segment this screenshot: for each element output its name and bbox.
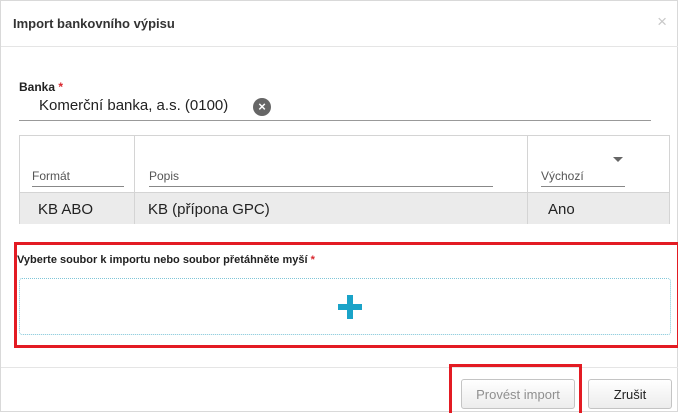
table-cell-description: KB (přípona GPC)	[148, 201, 270, 218]
column-filter-underline	[541, 186, 625, 187]
cancel-button[interactable]: Zrušit	[588, 379, 672, 409]
table-cell-format: KB ABO	[38, 201, 94, 218]
format-table: Formát Popis Výchozí KB ABO KB (přípona …	[19, 135, 670, 224]
close-icon[interactable]: ×	[657, 12, 667, 32]
column-filter-underline	[32, 186, 124, 187]
table-cell-default: Ano	[548, 201, 575, 218]
table-row[interactable]: KB ABO KB (přípona GPC) Ano	[20, 192, 669, 224]
bank-field-underline	[19, 120, 651, 121]
required-asterisk: *	[58, 80, 64, 94]
column-header-format[interactable]: Formát	[32, 169, 70, 183]
caret-down-icon[interactable]	[613, 157, 623, 162]
dialog-title: Import bankovního výpisu	[13, 16, 175, 31]
clear-selection-icon[interactable]: ×	[253, 98, 271, 116]
bank-label-text: Banka	[19, 80, 56, 94]
bank-field-label: Banka *	[19, 80, 63, 94]
highlight-box-import	[449, 364, 582, 413]
table-header: Formát Popis Výchozí	[20, 136, 669, 192]
highlight-box-upload	[14, 242, 678, 348]
dialog-title-bar: Import bankovního výpisu ×	[1, 1, 678, 47]
bank-select-value[interactable]: Komerční banka, a.s. (0100)	[39, 97, 228, 114]
column-header-default[interactable]: Výchozí	[541, 169, 584, 183]
column-header-description[interactable]: Popis	[149, 169, 179, 183]
import-dialog: Import bankovního výpisu × Banka * Komer…	[0, 0, 678, 413]
column-filter-underline	[149, 186, 493, 187]
column-divider	[134, 136, 135, 224]
column-divider	[527, 136, 528, 224]
